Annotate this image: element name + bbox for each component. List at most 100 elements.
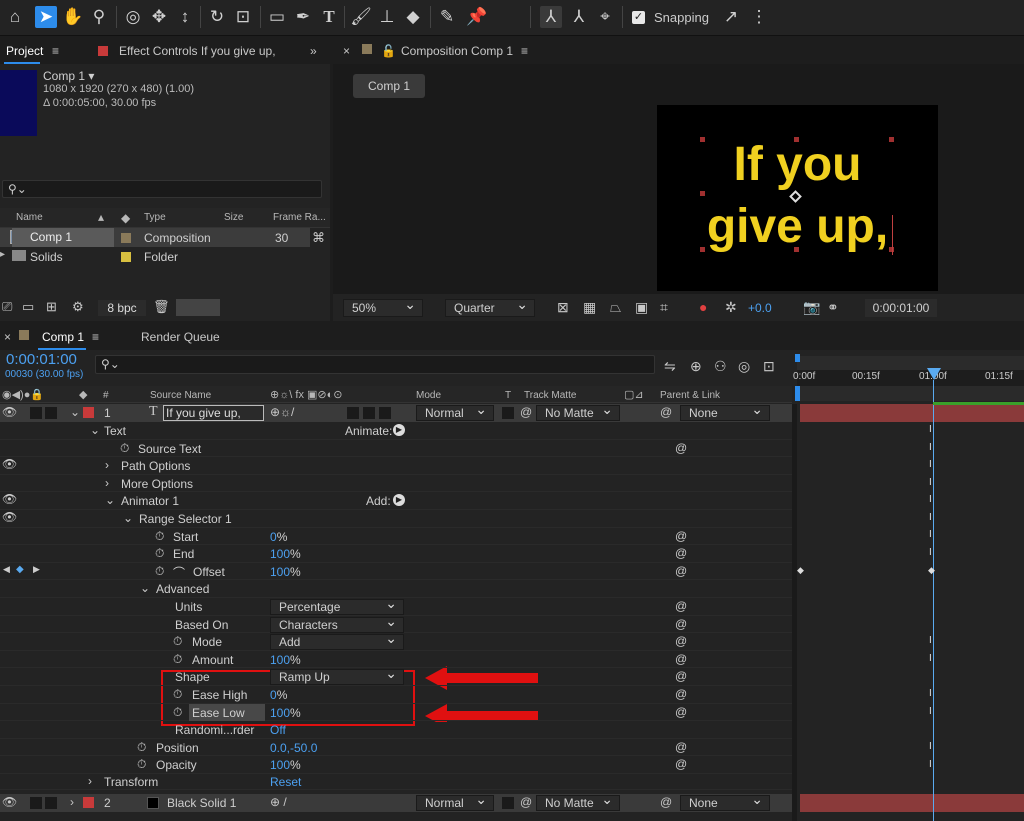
blend-mode-dropdown[interactable]: Normal bbox=[416, 792, 494, 811]
keyframe-marker[interactable]: I bbox=[929, 759, 932, 770]
pickwhip-icon[interactable]: @ bbox=[675, 617, 687, 631]
eye-icon[interactable]: 👁 bbox=[2, 795, 17, 809]
comp-viewer[interactable]: If you give up, bbox=[657, 105, 938, 291]
panel-menu-icon[interactable]: ≡ bbox=[52, 44, 59, 58]
brush-tool-icon[interactable]: 🖌 bbox=[350, 6, 372, 28]
timeline-nav[interactable] bbox=[797, 386, 1024, 401]
comp-name[interactable]: Comp 1 ▾ bbox=[43, 69, 94, 83]
pickwhip-icon[interactable]: @ bbox=[675, 599, 687, 613]
pickwhip-icon[interactable]: @ bbox=[675, 441, 687, 455]
color-channels-icon[interactable]: ● bbox=[699, 299, 707, 315]
pickwhip-icon[interactable]: @ bbox=[675, 546, 687, 560]
keyframe-diamond-current[interactable]: ◆ bbox=[928, 565, 935, 576]
keyframe-marker[interactable]: I bbox=[929, 512, 932, 523]
amount-value[interactable]: 100% bbox=[270, 653, 301, 667]
transform-row[interactable]: › Transform Reset bbox=[0, 774, 792, 790]
comp-breadcrumb[interactable]: Comp 1 bbox=[353, 74, 425, 98]
mode-dropdown[interactable]: Add bbox=[270, 631, 404, 651]
layer-switches[interactable]: ⊕☼/ bbox=[270, 405, 294, 419]
pickwhip-icon[interactable]: @ bbox=[675, 740, 687, 754]
start-row[interactable]: ⏱ Start 0% @ bbox=[0, 528, 792, 546]
shape-dropdown[interactable]: Ramp Up bbox=[270, 666, 404, 686]
panel-menu-icon[interactable]: ≡ bbox=[521, 44, 528, 58]
ease-low-row[interactable]: ⏱ Ease Low 100% @ bbox=[0, 703, 792, 722]
show-snapshot-icon[interactable]: ⚭ bbox=[827, 299, 839, 316]
keyframe-marker[interactable]: I bbox=[929, 424, 932, 435]
playhead[interactable] bbox=[927, 368, 941, 380]
ease-high-value[interactable]: 0% bbox=[270, 688, 287, 702]
col-mode[interactable]: Mode bbox=[416, 390, 441, 401]
work-area-start[interactable] bbox=[795, 354, 800, 362]
layer-name-field[interactable]: If you give up, bbox=[163, 405, 264, 421]
units-dropdown[interactable]: Percentage bbox=[270, 596, 404, 615]
clone-stamp-icon[interactable]: ⊥ bbox=[376, 6, 398, 28]
pen-tool-icon[interactable]: ✒ bbox=[292, 6, 314, 28]
snapping-checkbox[interactable]: ✓ bbox=[632, 11, 645, 24]
exposure-value[interactable]: +0.0 bbox=[748, 301, 772, 315]
blend-mode-dropdown[interactable]: Normal bbox=[416, 402, 494, 421]
collapse-arrow-icon[interactable]: ⌄ bbox=[140, 581, 150, 595]
keyframe-diamond-start[interactable]: ◆ bbox=[797, 565, 804, 576]
stopwatch-icon[interactable]: ⏱ bbox=[137, 740, 146, 755]
pickwhip-icon[interactable]: @ bbox=[675, 757, 687, 771]
parent-pickwhip-icon[interactable]: @ bbox=[660, 405, 672, 419]
parent-dropdown[interactable]: None bbox=[680, 792, 770, 811]
layer-label-color[interactable] bbox=[83, 407, 94, 418]
mask-visibility-icon[interactable]: ⏢ bbox=[610, 299, 621, 316]
keyframe-marker[interactable]: I bbox=[929, 635, 932, 646]
eye-icon[interactable]: 👁 bbox=[2, 492, 17, 506]
fast-previews-icon[interactable]: ⊠ bbox=[557, 299, 569, 316]
layer-2-duration-bar[interactable] bbox=[800, 794, 1024, 812]
collapse-arrow-icon[interactable]: ⌄ bbox=[90, 423, 100, 437]
col-index[interactable]: # bbox=[103, 390, 109, 401]
parent-dropdown[interactable]: None bbox=[680, 402, 770, 421]
panel-overflow-icon[interactable]: » bbox=[310, 44, 317, 58]
range-selector-row[interactable]: 👁 ⌄ Range Selector 1 bbox=[0, 510, 792, 528]
project-item-solids[interactable]: ▸ Solids Folder bbox=[0, 247, 310, 266]
pickwhip-icon[interactable]: @ bbox=[675, 652, 687, 666]
hand-tool-icon[interactable]: ✋ bbox=[62, 6, 84, 28]
lock-icon[interactable]: 🔓 bbox=[381, 44, 396, 58]
panel-menu-icon[interactable]: ≡ bbox=[92, 330, 99, 344]
stopwatch-icon[interactable]: ⏱ bbox=[173, 634, 182, 649]
keyframe-marker[interactable]: I bbox=[929, 494, 932, 505]
layer-name[interactable]: Black Solid 1 bbox=[167, 796, 236, 810]
pickwhip-icon[interactable]: @ bbox=[675, 564, 687, 578]
pickwhip-icon[interactable]: @ bbox=[675, 634, 687, 648]
collapse-arrow-icon[interactable]: ⌄ bbox=[123, 511, 133, 525]
timeline-search-input[interactable]: ⚲⌄ bbox=[95, 355, 655, 374]
bbox-handle[interactable] bbox=[794, 137, 799, 142]
ease-high-row[interactable]: ⏱ Ease High 0% @ bbox=[0, 686, 792, 704]
zoom-dropdown[interactable]: 50% bbox=[343, 296, 423, 317]
zoom-tool-icon[interactable]: ⚲ bbox=[88, 6, 110, 28]
rotation-tool-icon[interactable]: ↻ bbox=[206, 6, 228, 28]
expand-arrow-icon[interactable]: › bbox=[70, 795, 74, 809]
pickwhip-icon[interactable]: @ bbox=[675, 687, 687, 701]
mode-row[interactable]: ⏱ Mode Add @ bbox=[0, 631, 792, 651]
stopwatch-icon[interactable]: ⏱ bbox=[173, 705, 182, 720]
text-group-row[interactable]: ⌄ Text Animate: ▶ bbox=[0, 422, 792, 440]
close-icon[interactable]: × bbox=[343, 44, 350, 58]
opacity-row[interactable]: ⏱ Opacity 100% @ bbox=[0, 756, 792, 774]
col-size[interactable]: Size bbox=[224, 212, 243, 223]
pan-behind-icon[interactable]: ⊡ bbox=[232, 6, 254, 28]
project-search-input[interactable]: ⚲⌄ bbox=[2, 180, 322, 198]
expand-arrow-icon[interactable]: ▸ bbox=[0, 249, 5, 260]
track-matte-dropdown[interactable]: No Matte bbox=[536, 792, 620, 811]
keyframe-marker[interactable]: I bbox=[929, 741, 932, 752]
project-item-comp[interactable]: Comp 1 Composition 30 bbox=[0, 228, 310, 247]
local-axis-icon[interactable]: ⅄ bbox=[540, 6, 562, 28]
eye-icon[interactable]: 👁 bbox=[2, 457, 17, 471]
grid-guides-icon[interactable]: ⌗ bbox=[660, 299, 668, 316]
offset-row[interactable]: ◀ ◆ ▶ ⏱ ⌒ Offset 100% @ bbox=[0, 563, 792, 581]
home-icon[interactable]: ⌂ bbox=[4, 6, 26, 28]
timeline-nav-handle[interactable] bbox=[795, 386, 800, 401]
transparency-grid-icon[interactable]: ▦ bbox=[583, 299, 596, 316]
opacity-value[interactable]: 100% bbox=[270, 758, 301, 772]
comp-flowchart-icon[interactable]: ⇋ bbox=[664, 358, 676, 375]
color-management-icon[interactable]: ✲ bbox=[725, 299, 737, 316]
roto-brush-icon[interactable]: ✎ bbox=[436, 6, 458, 28]
timeline-current-time[interactable]: 0:00:01:00 bbox=[6, 351, 77, 368]
offset-value[interactable]: 100% bbox=[270, 565, 301, 579]
shy-layers-icon[interactable]: ⚇ bbox=[714, 358, 727, 375]
